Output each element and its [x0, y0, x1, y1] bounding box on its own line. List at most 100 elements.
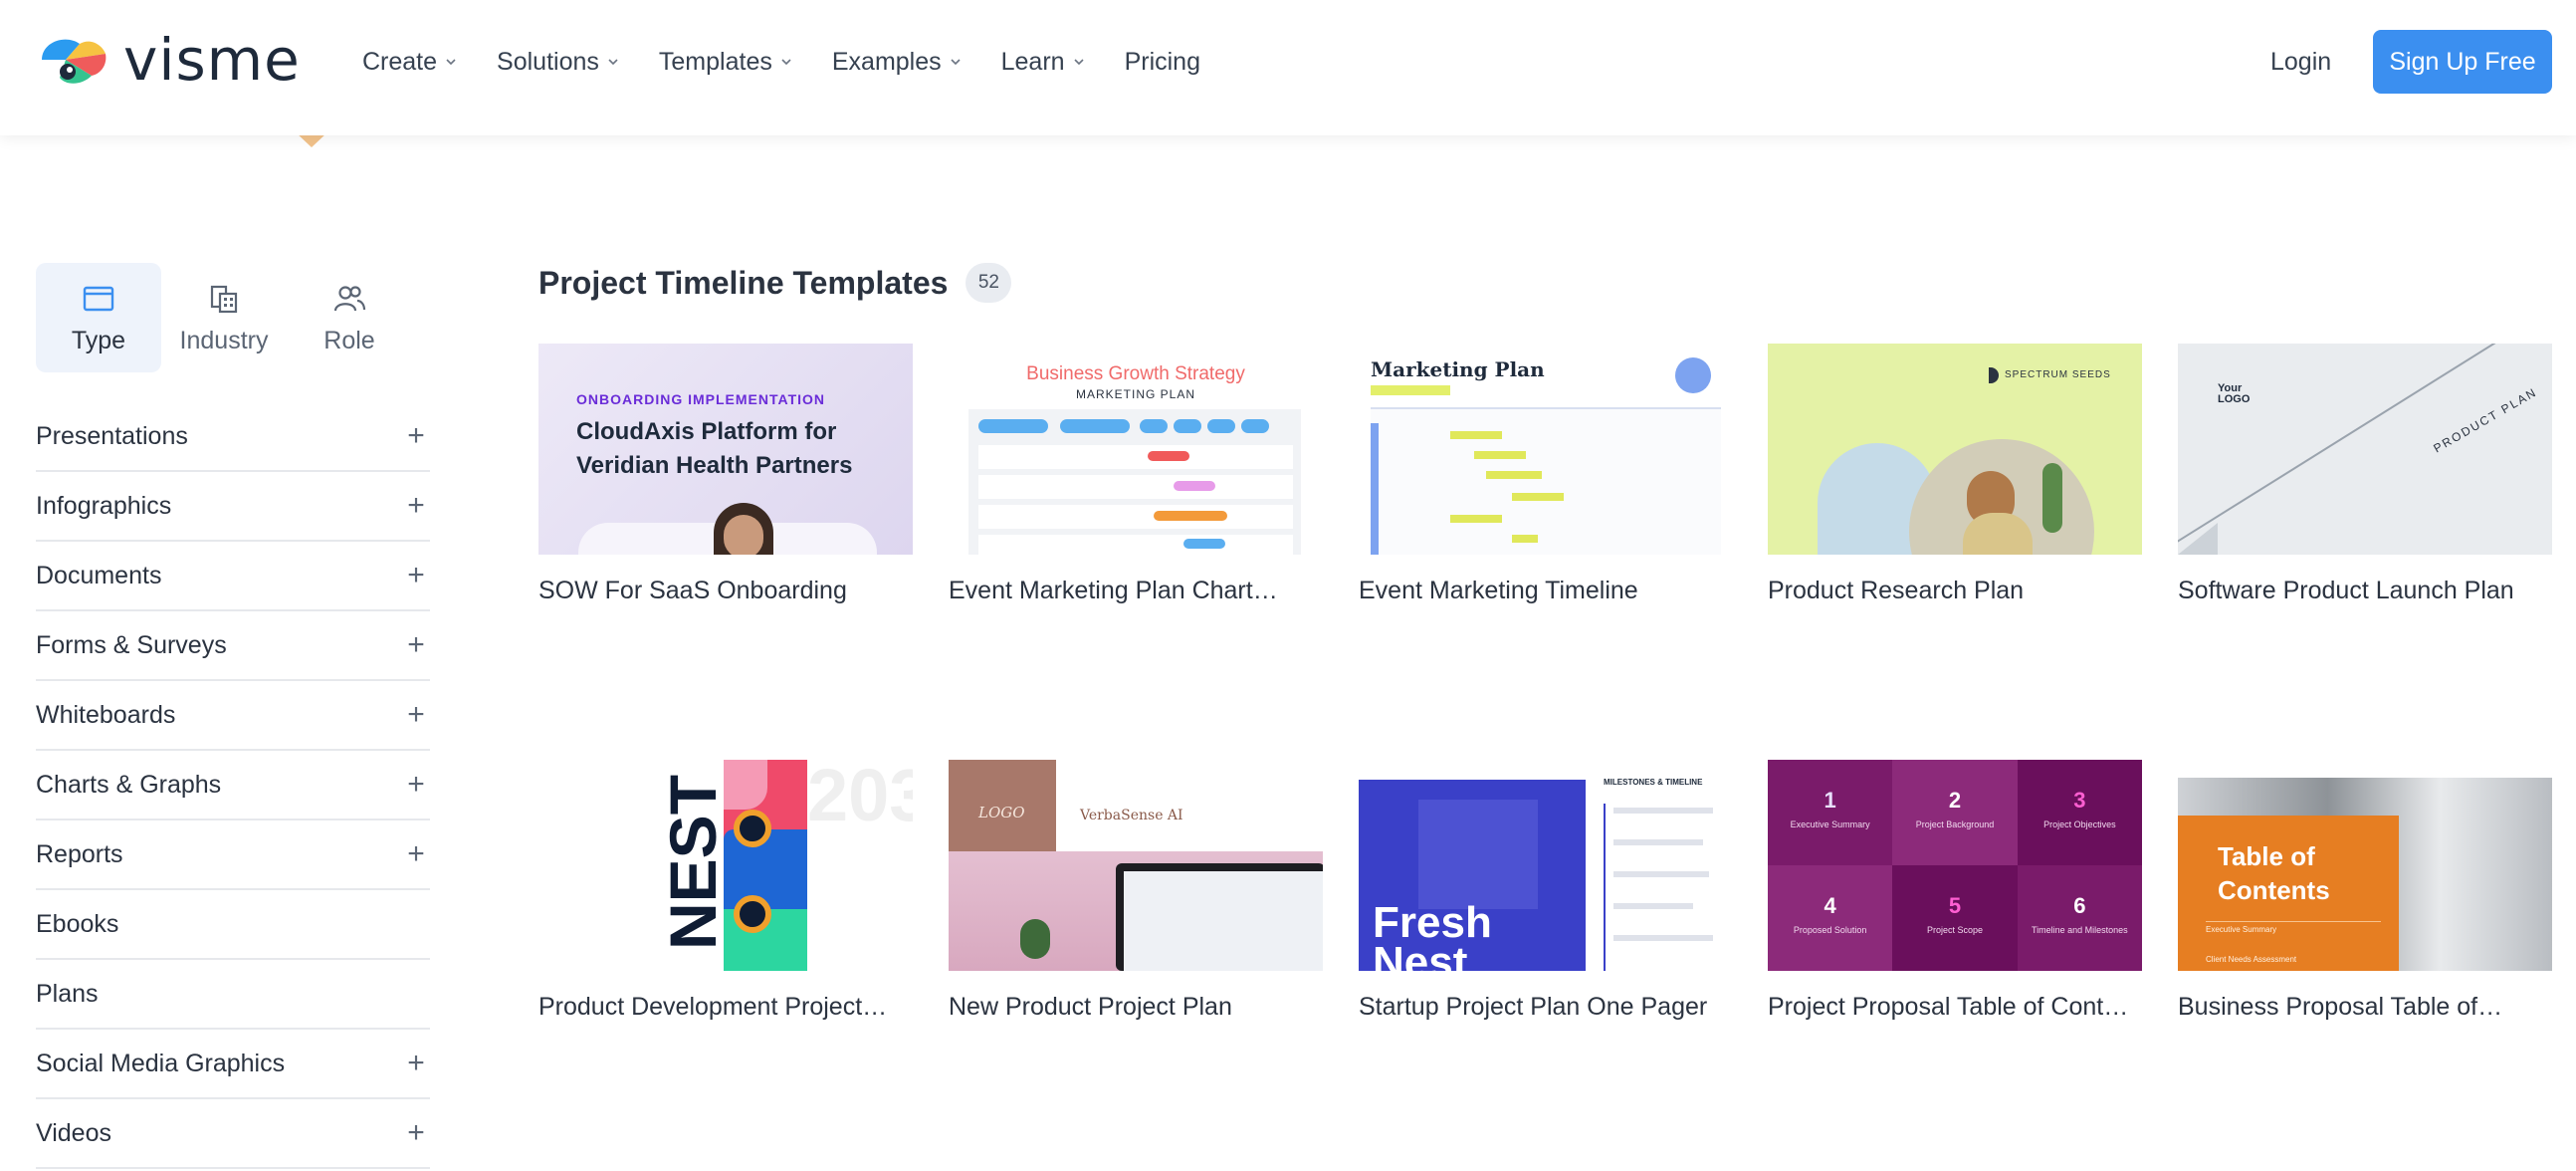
- template-thumbnail[interactable]: 2033 NEST: [538, 760, 913, 971]
- template-card[interactable]: 2033 NEST Product Development Project…: [538, 760, 913, 1022]
- toc-cell: 6 Timeline and Milestones: [2017, 865, 2142, 971]
- category-videos[interactable]: Videos +: [36, 1099, 430, 1169]
- window-icon: [83, 286, 114, 311]
- category-documents[interactable]: Documents +: [36, 542, 430, 611]
- toc-label: Timeline and Milestones: [2031, 925, 2128, 935]
- nav-templates[interactable]: Templates: [659, 40, 792, 84]
- thumb-year: 2033: [807, 760, 913, 836]
- template-title[interactable]: Software Product Launch Plan: [2178, 577, 2552, 605]
- sign-up-button[interactable]: Sign Up Free: [2373, 30, 2552, 94]
- template-title[interactable]: Product Research Plan: [1768, 577, 2142, 605]
- category-infographics[interactable]: Infographics +: [36, 472, 430, 542]
- category-label: Forms & Surveys: [36, 630, 227, 659]
- template-thumbnail[interactable]: LOGO VerbaSense AI: [949, 760, 1323, 971]
- thumb-diagonal-text: PRODUCT PLAN: [2431, 384, 2540, 456]
- expand-icon[interactable]: +: [404, 768, 428, 802]
- template-title[interactable]: Event Marketing Timeline: [1359, 577, 1733, 605]
- toc-number: 6: [2073, 893, 2086, 918]
- template-thumbnail[interactable]: 1 Executive Summary 2 Project Background…: [1768, 760, 2142, 971]
- template-thumbnail[interactable]: Table of Contents Executive Summary Clie…: [2178, 760, 2552, 971]
- expand-icon[interactable]: +: [404, 837, 428, 871]
- visme-logo[interactable]: visme: [36, 28, 301, 92]
- template-card[interactable]: 1 Executive Summary 2 Project Background…: [1768, 760, 2142, 1022]
- thumb-logo: LOGO: [978, 804, 1025, 821]
- template-title[interactable]: Event Marketing Plan Chart…: [949, 577, 1323, 605]
- thumb-brand: SPECTRUM SEEDS: [2005, 369, 2111, 380]
- expand-icon[interactable]: +: [404, 698, 428, 732]
- category-charts-graphs[interactable]: Charts & Graphs +: [36, 751, 430, 820]
- nav-examples[interactable]: Examples: [832, 40, 962, 84]
- template-card[interactable]: Fresh Nest MILESTONES & TIMELINE Startup…: [1359, 760, 1733, 1022]
- thumb-headline-line: Contents: [2218, 875, 2330, 905]
- template-card[interactable]: ONBOARDING IMPLEMENTATION CloudAxis Plat…: [538, 344, 913, 605]
- category-forms-surveys[interactable]: Forms & Surveys +: [36, 611, 430, 681]
- template-card[interactable]: Your LOGO PRODUCT PLAN Software Product …: [2178, 344, 2552, 605]
- expand-icon[interactable]: +: [404, 1047, 428, 1080]
- category-whiteboards[interactable]: Whiteboards +: [36, 681, 430, 751]
- thumb-headline-line: Veridian Health Partners: [576, 452, 853, 479]
- template-title[interactable]: SOW For SaaS Onboarding: [538, 577, 913, 605]
- template-card[interactable]: LOGO VerbaSense AI New Product Project P…: [949, 760, 1323, 1022]
- template-card[interactable]: Marketing Plan Event Marketing Timeline: [1359, 344, 1733, 605]
- template-card[interactable]: Business Growth Strategy MARKETING PLAN …: [949, 344, 1323, 605]
- toc-label: Executive Summary: [1790, 820, 1870, 829]
- category-reports[interactable]: Reports +: [36, 820, 430, 890]
- expand-icon[interactable]: +: [404, 559, 428, 592]
- toc-label: Project Background: [1915, 820, 1995, 829]
- template-card[interactable]: SPECTRUM SEEDS Product Research Plan: [1768, 344, 2142, 605]
- tab-label: Industry: [179, 326, 269, 354]
- category-label: Videos: [36, 1118, 111, 1147]
- nav-label: Create: [362, 47, 438, 76]
- nav-pricing[interactable]: Pricing: [1125, 40, 1200, 84]
- thumb-headline: Business Growth Strategy: [1026, 363, 1245, 384]
- chevron-down-icon: [446, 59, 456, 66]
- thumb-headline: Fresh Nest: [1373, 901, 1492, 972]
- template-thumbnail[interactable]: Fresh Nest MILESTONES & TIMELINE: [1359, 760, 1733, 971]
- template-title[interactable]: Project Proposal Table of Contents: [1768, 993, 2142, 1022]
- template-thumbnail[interactable]: Marketing Plan: [1359, 344, 1733, 555]
- template-thumbnail[interactable]: Business Growth Strategy MARKETING PLAN: [949, 344, 1323, 555]
- chevron-down-icon: [781, 59, 791, 66]
- template-count-badge: 52: [966, 263, 1012, 303]
- category-label: Charts & Graphs: [36, 770, 222, 799]
- nav-create[interactable]: Create: [362, 40, 457, 84]
- template-thumbnail[interactable]: SPECTRUM SEEDS: [1768, 344, 2142, 555]
- template-title[interactable]: Business Proposal Table of…: [2178, 993, 2552, 1022]
- toc-cell: 5 Project Scope: [1892, 865, 2018, 971]
- toc-number: 5: [1948, 893, 1962, 918]
- login-link[interactable]: Login: [2270, 42, 2331, 82]
- expand-icon[interactable]: +: [404, 419, 428, 453]
- tab-role[interactable]: Role: [287, 263, 412, 372]
- template-thumbnail[interactable]: Your LOGO PRODUCT PLAN: [2178, 344, 2552, 555]
- template-title[interactable]: New Product Project Plan: [949, 993, 1323, 1022]
- category-social-media-graphics[interactable]: Social Media Graphics +: [36, 1030, 430, 1099]
- tab-industry[interactable]: Industry: [161, 263, 287, 372]
- template-card[interactable]: Table of Contents Executive Summary Clie…: [2178, 760, 2552, 1022]
- template-thumbnail[interactable]: ONBOARDING IMPLEMENTATION CloudAxis Plat…: [538, 344, 913, 555]
- expand-icon[interactable]: +: [404, 489, 428, 523]
- toc-cell: 3 Project Objectives: [2017, 760, 2142, 865]
- thumb-logo: Your LOGO: [2218, 382, 2251, 405]
- category-list: Presentations + Infographics + Documents + …: [36, 402, 430, 1169]
- toc-label: Project Objectives: [2043, 820, 2116, 829]
- expand-icon[interactable]: +: [404, 1116, 428, 1150]
- toc-label: Proposed Solution: [1793, 925, 1867, 935]
- expand-icon[interactable]: +: [404, 628, 428, 662]
- category-ebooks[interactable]: Ebooks: [36, 890, 430, 960]
- template-title[interactable]: Product Development Project…: [538, 993, 913, 1022]
- nav-solutions[interactable]: Solutions: [497, 40, 619, 84]
- site-header: visme Create Solutions Templates Example…: [0, 0, 2576, 135]
- category-presentations[interactable]: Presentations +: [36, 402, 430, 472]
- chevron-down-icon: [1074, 59, 1084, 66]
- main-nav: Create Solutions Templates Examples Lear…: [362, 40, 1240, 84]
- thumb-badge: [1675, 357, 1711, 393]
- category-plans[interactable]: Plans: [36, 960, 430, 1030]
- category-label: Presentations: [36, 421, 188, 450]
- nav-label: Templates: [658, 47, 772, 76]
- nav-learn[interactable]: Learn: [1001, 40, 1085, 84]
- template-title[interactable]: Startup Project Plan One Pager: [1359, 993, 1733, 1022]
- chevron-down-icon: [951, 59, 961, 66]
- toc-number: 3: [2073, 788, 2086, 813]
- toc-number: 4: [1824, 893, 1836, 918]
- tab-type[interactable]: Type: [36, 263, 161, 372]
